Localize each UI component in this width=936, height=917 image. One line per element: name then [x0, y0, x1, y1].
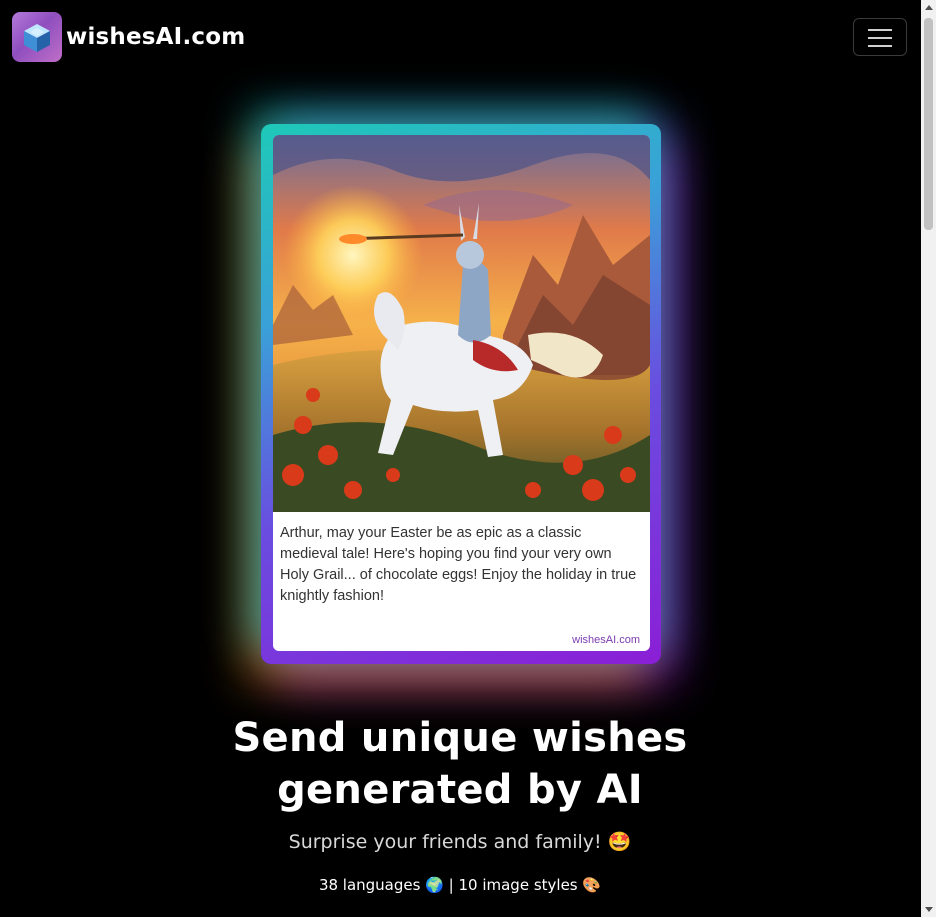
vertical-scrollbar[interactable]: [921, 0, 936, 917]
card-illustration: [273, 135, 650, 512]
cube-icon: [12, 12, 62, 62]
brand-link[interactable]: wishesAI.com: [12, 12, 245, 62]
brand-name: wishesAI.com: [66, 24, 246, 50]
card-watermark: wishesAI.com: [572, 634, 640, 646]
wish-message: Arthur, may your Easter be as epic as a …: [280, 525, 637, 604]
scroll-down-arrow-icon[interactable]: [925, 907, 933, 912]
wish-card: Arthur, may your Easter be as epic as a …: [261, 124, 661, 664]
scrollbar-thumb[interactable]: [924, 18, 933, 230]
wish-card-content: Arthur, may your Easter be as epic as a …: [273, 135, 650, 651]
hero-subheadline: Surprise your friends and family! 🤩: [288, 831, 632, 853]
hero-headline: Send unique wishes generated by AI: [232, 715, 688, 813]
navbar-toggler-button[interactable]: [853, 18, 907, 56]
hero-features: 38 languages 🌍 | 10 image styles 🎨: [318, 876, 602, 894]
navbar: wishesAI.com: [0, 0, 921, 76]
scroll-up-arrow-icon[interactable]: [925, 5, 933, 10]
page: wishesAI.com Arthur, may your Easter be …: [0, 0, 936, 917]
